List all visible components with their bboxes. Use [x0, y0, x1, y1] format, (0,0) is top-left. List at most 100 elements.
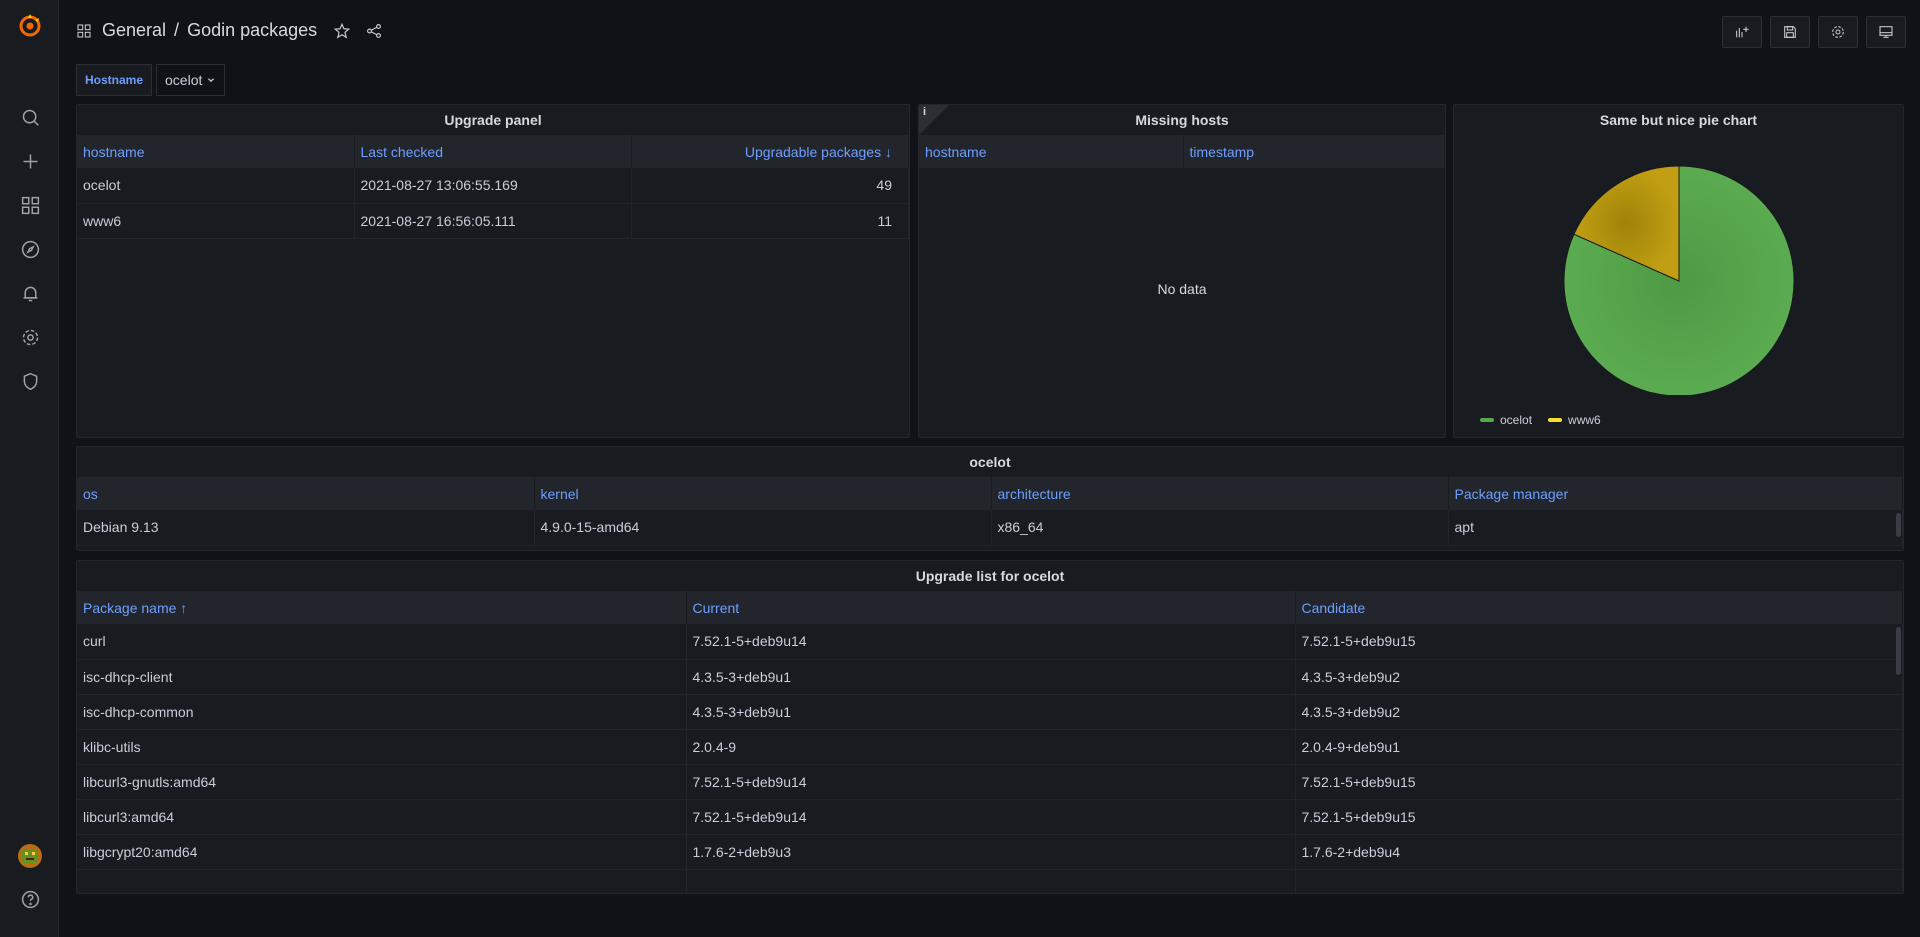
cell-package: isc-dhcp-client — [77, 659, 687, 695]
column-header-upgradable-packages[interactable]: Upgradable packages ↓ — [631, 135, 909, 168]
legend-swatch — [1480, 418, 1494, 422]
cell-last-checked: 2021-08-27 13:06:55.169 — [354, 168, 632, 204]
upgrade-panel: Upgrade panel hostname Last checked Upgr… — [76, 104, 910, 438]
pie-legend: ocelot www6 — [1480, 413, 1601, 427]
top-bar: General / Godin packages — [60, 0, 1920, 64]
header-actions — [1718, 16, 1906, 48]
template-variables: Hostname ocelot — [76, 64, 226, 96]
sidebar — [0, 0, 59, 937]
cell-candidate: 4.3.5-3+deb9u2 — [1295, 659, 1903, 695]
breadcrumb-separator: / — [174, 20, 180, 40]
cell-kernel: 4.9.0-15-amd64 — [534, 510, 992, 546]
cell-package: libcurl3-gnutls:amd64 — [77, 764, 687, 800]
settings-icon — [1832, 26, 1844, 38]
panel-title[interactable]: Upgrade list for ocelot — [77, 561, 1903, 591]
cell-last-checked: 2021-08-27 16:56:05.111 — [354, 203, 632, 239]
tv-mode-icon — [1879, 26, 1893, 38]
dashboards-icon[interactable] — [18, 193, 42, 217]
search-icon[interactable] — [18, 105, 42, 129]
pie-chart-panel: Same but nice pie chart ocelot www6 — [1453, 104, 1904, 438]
cell-os: Debian 9.13 — [77, 510, 535, 546]
save-icon — [1784, 26, 1796, 38]
hostname-variable-select[interactable]: ocelot — [156, 64, 226, 96]
cell-hostname: www6 — [77, 203, 355, 239]
breadcrumb: General / Godin packages — [76, 20, 383, 41]
column-header-os[interactable]: os — [77, 477, 535, 510]
explore-icon[interactable] — [18, 237, 42, 261]
panel-title[interactable]: ocelot — [77, 447, 1903, 477]
dashboard-settings-button[interactable] — [1818, 16, 1858, 48]
cell-current: 4.3.5-3+deb9u1 — [686, 659, 1296, 695]
legend-item-ocelot[interactable]: ocelot — [1480, 413, 1532, 427]
star-icon[interactable] — [333, 22, 351, 40]
panel-title[interactable]: Same but nice pie chart — [1454, 105, 1903, 135]
table-row: www6 2021-08-27 16:56:05.111 11 — [77, 203, 909, 239]
plus-icon[interactable] — [18, 149, 42, 173]
column-header-timestamp[interactable]: timestamp — [1183, 135, 1445, 168]
cell-hostname: ocelot — [77, 168, 355, 204]
table-row: isc-dhcp-client 4.3.5-3+deb9u1 4.3.5-3+d… — [77, 659, 1903, 695]
table-row: libgcrypt20:amd64 1.7.6-2+deb9u3 1.7.6-2… — [77, 834, 1903, 870]
column-header-kernel[interactable]: kernel — [534, 477, 992, 510]
cell-upgradable: 49 — [631, 168, 909, 204]
hostname-variable-label: Hostname — [76, 64, 153, 96]
help-icon[interactable] — [18, 887, 42, 911]
info-icon[interactable]: i — [923, 106, 926, 118]
host-info-panel: ocelot os kernel architecture Package ma… — [76, 446, 1904, 551]
add-panel-button[interactable] — [1722, 16, 1762, 48]
table-row — [77, 869, 1903, 893]
grafana-logo-icon[interactable] — [17, 12, 43, 38]
tv-mode-button[interactable] — [1866, 16, 1906, 48]
breadcrumb-folder[interactable]: General — [102, 20, 166, 41]
cell-current: 2.0.4-9 — [686, 729, 1296, 765]
cell-package: isc-dhcp-common — [77, 694, 687, 730]
column-header-package-name[interactable]: Package name ↑ — [77, 591, 687, 624]
column-header-hostname[interactable]: hostname — [77, 135, 355, 168]
alerting-icon[interactable] — [18, 281, 42, 305]
column-header-architecture[interactable]: architecture — [991, 477, 1449, 510]
cell-package-manager: apt — [1448, 510, 1903, 546]
table-row: Debian 9.13 4.9.0-15-amd64 x86_64 apt — [77, 510, 1903, 546]
column-header-current[interactable]: Current — [686, 591, 1296, 624]
upgrade-table: hostname Last checked Upgradable package… — [77, 135, 909, 239]
gear-icon[interactable] — [18, 325, 42, 349]
cell-upgradable: 11 — [631, 203, 909, 239]
cell-current: 7.52.1-5+deb9u14 — [686, 764, 1296, 800]
legend-item-www6[interactable]: www6 — [1548, 413, 1601, 427]
legend-label: ocelot — [1500, 413, 1533, 427]
cell-candidate: 1.7.6-2+deb9u4 — [1295, 834, 1903, 870]
upgrade-list-panel: Upgrade list for ocelot Package name ↑ C… — [76, 560, 1904, 894]
dashboard-grid-icon — [77, 23, 91, 38]
cell-candidate: 7.52.1-5+deb9u15 — [1295, 624, 1903, 660]
cell-package: klibc-utils — [77, 729, 687, 765]
table-row: klibc-utils 2.0.4-9 2.0.4-9+deb9u1 — [77, 729, 1903, 765]
missing-hosts-panel: i Missing hosts hostname timestamp No da… — [918, 104, 1446, 438]
dashboard-title[interactable]: Godin packages — [187, 20, 317, 41]
scrollbar-thumb[interactable] — [1896, 513, 1901, 537]
column-header-hostname[interactable]: hostname — [919, 135, 1184, 168]
column-header-last-checked[interactable]: Last checked — [354, 135, 632, 168]
cell-package: libgcrypt20:amd64 — [77, 834, 687, 870]
avatar[interactable] — [18, 844, 42, 868]
cell-current: 4.3.5-3+deb9u1 — [686, 694, 1296, 730]
cell-package: curl — [77, 624, 687, 660]
missing-hosts-table: hostname timestamp — [919, 135, 1445, 168]
panel-title[interactable]: Missing hosts — [919, 105, 1445, 135]
upgrade-list-table: Package name ↑ Current Candidate curl 7.… — [77, 591, 1903, 893]
cell-current: 1.7.6-2+deb9u3 — [686, 834, 1296, 870]
cell-candidate: 4.3.5-3+deb9u2 — [1295, 694, 1903, 730]
table-row: libcurl3:amd64 7.52.1-5+deb9u14 7.52.1-5… — [77, 799, 1903, 835]
panel-title[interactable]: Upgrade panel — [77, 105, 909, 135]
column-header-candidate[interactable]: Candidate — [1295, 591, 1903, 624]
shield-icon[interactable] — [18, 369, 42, 393]
column-header-package-manager[interactable]: Package manager — [1448, 477, 1903, 510]
scrollbar-thumb[interactable] — [1896, 627, 1901, 675]
cell-candidate: 7.52.1-5+deb9u15 — [1295, 764, 1903, 800]
cell-candidate: 2.0.4-9+deb9u1 — [1295, 729, 1903, 765]
chevron-down-icon — [208, 78, 215, 83]
share-icon[interactable] — [365, 22, 383, 40]
pie-chart — [1563, 165, 1795, 395]
cell-architecture: x86_64 — [991, 510, 1449, 546]
save-button[interactable] — [1770, 16, 1810, 48]
legend-swatch — [1548, 418, 1563, 422]
